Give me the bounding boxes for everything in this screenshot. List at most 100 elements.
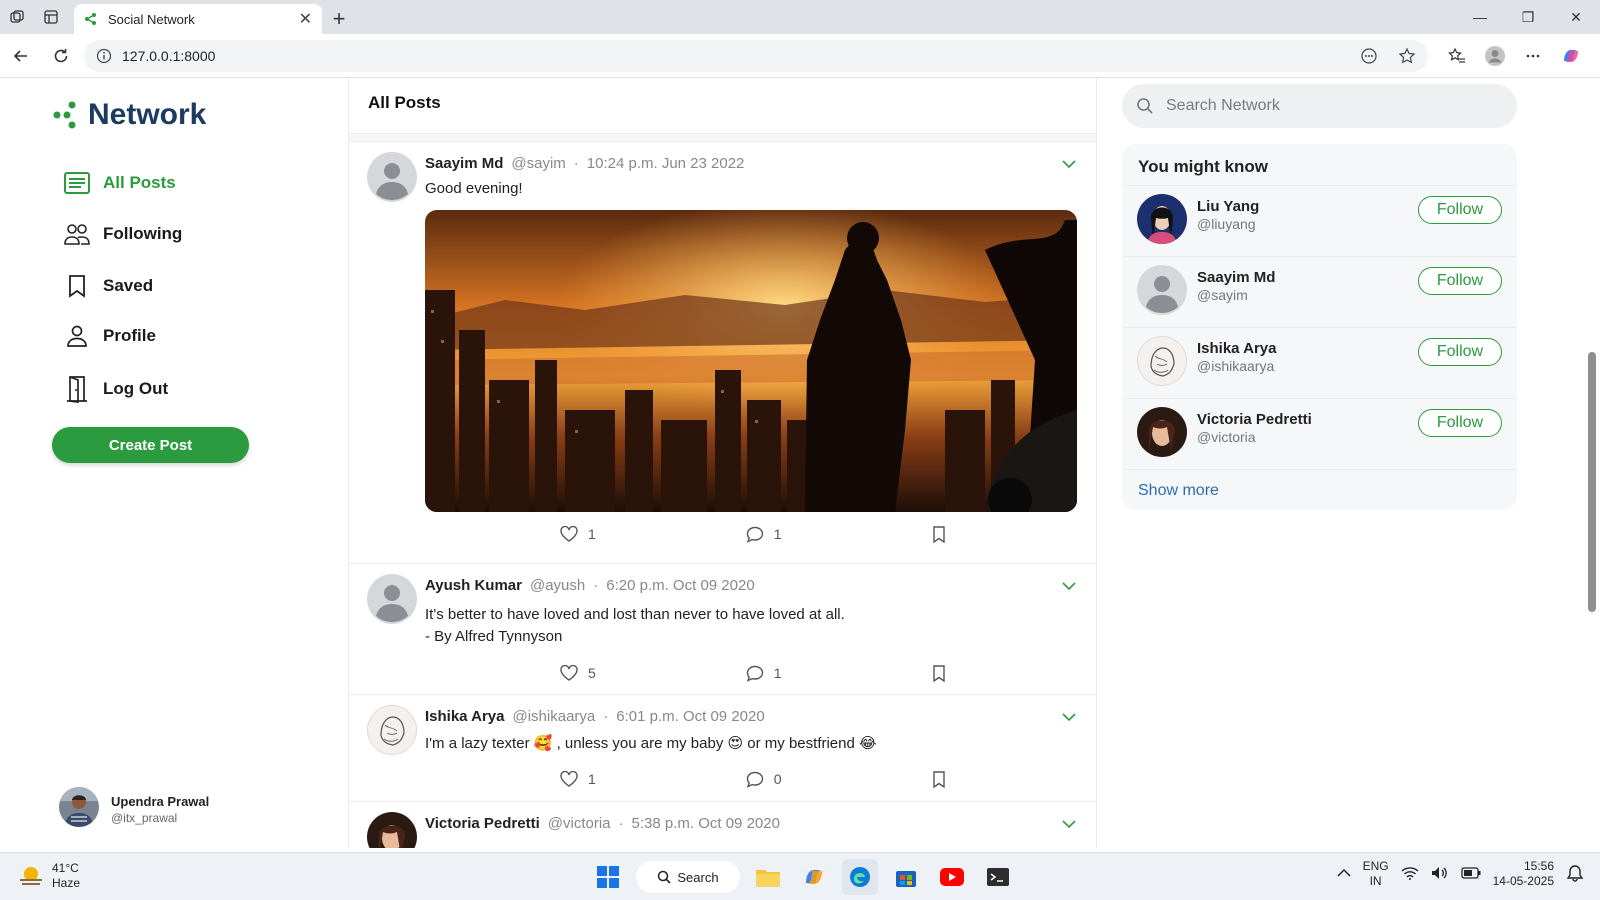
- suggestion-name[interactable]: Ishika Arya: [1197, 340, 1277, 357]
- language-region: IN: [1369, 874, 1382, 888]
- post-author-handle[interactable]: @victoria: [548, 815, 611, 832]
- comment-button[interactable]: 1: [746, 526, 782, 543]
- wifi-icon[interactable]: [1401, 866, 1419, 883]
- close-tab-icon[interactable]: ✕: [299, 9, 312, 29]
- suggestion-row[interactable]: Victoria Pedretti @victoria Follow: [1122, 399, 1517, 470]
- follow-button[interactable]: Follow: [1418, 196, 1502, 224]
- start-windows-icon[interactable]: [590, 859, 626, 895]
- avatar[interactable]: [367, 152, 417, 207]
- show-more-link[interactable]: Show more: [1122, 470, 1517, 512]
- suggestion-row[interactable]: Saayim Md @sayim Follow: [1122, 257, 1517, 328]
- suggestion-handle: @sayim: [1197, 287, 1248, 303]
- language-indicator[interactable]: ENG IN: [1363, 859, 1389, 889]
- separator-dot: ·: [593, 576, 599, 594]
- nav-profile[interactable]: Profile: [63, 325, 156, 347]
- reading-mode-icon[interactable]: [1360, 47, 1378, 65]
- like-count: 1: [588, 526, 596, 542]
- save-post-button[interactable]: [932, 664, 946, 682]
- site-info-icon[interactable]: [96, 48, 112, 64]
- list-icon: [63, 172, 91, 194]
- file-explorer-icon[interactable]: [750, 859, 786, 895]
- minimize-icon[interactable]: —: [1456, 0, 1504, 34]
- favorites-icon[interactable]: [1438, 37, 1476, 75]
- suggestion-name[interactable]: Victoria Pedretti: [1197, 411, 1312, 428]
- suggestion-row[interactable]: Ishika Arya @ishikaarya Follow: [1122, 328, 1517, 399]
- chevron-down-icon[interactable]: [1062, 816, 1076, 834]
- current-user-card[interactable]: Upendra Prawal @itx_prawal: [59, 787, 209, 832]
- comment-button[interactable]: 1: [746, 665, 782, 682]
- like-button[interactable]: 1: [560, 526, 596, 542]
- save-post-button[interactable]: [932, 525, 946, 543]
- system-clock[interactable]: 15:56 14-05-2025: [1493, 859, 1554, 889]
- favorite-star-icon[interactable]: [1398, 47, 1416, 65]
- nav-following[interactable]: Following: [63, 223, 182, 245]
- haze-sun-icon: [20, 867, 42, 885]
- post-meta: Saayim Md @sayim · 10:24 p.m. Jun 23 202…: [425, 152, 1078, 174]
- comment-icon: [746, 771, 763, 788]
- nav-all-posts[interactable]: All Posts: [63, 172, 176, 194]
- copilot-icon[interactable]: [1552, 37, 1590, 75]
- post-author-handle[interactable]: @ishikaarya: [513, 708, 596, 725]
- post-text: Good evening!: [425, 180, 523, 197]
- microsoft-store-icon[interactable]: [888, 859, 924, 895]
- post-author-name[interactable]: Ishika Arya: [425, 708, 505, 725]
- like-count: 5: [588, 665, 596, 681]
- post-author-name[interactable]: Saayim Md: [425, 155, 503, 172]
- suggestion-row[interactable]: Liu Yang @liuyang Follow: [1122, 186, 1517, 257]
- chevron-down-icon[interactable]: [1062, 156, 1076, 174]
- post-meta: Ishika Arya @ishikaarya · 6:01 p.m. Oct …: [425, 705, 1078, 727]
- restore-icon[interactable]: ❐: [1504, 0, 1552, 34]
- avatar[interactable]: [367, 574, 417, 629]
- address-bar[interactable]: 127.0.0.1:8000: [84, 39, 1428, 72]
- more-options-icon[interactable]: [1514, 37, 1552, 75]
- post-author-name[interactable]: Victoria Pedretti: [425, 815, 540, 832]
- post-image[interactable]: [425, 210, 1077, 512]
- suggestion-name[interactable]: Saayim Md: [1197, 269, 1275, 286]
- copilot-app-icon[interactable]: [796, 859, 832, 895]
- tab-actions-icon[interactable]: [34, 0, 68, 34]
- workspaces-icon[interactable]: [0, 0, 34, 34]
- chevron-down-icon[interactable]: [1062, 578, 1076, 596]
- comment-count: 1: [773, 526, 782, 542]
- youtube-icon[interactable]: [934, 859, 970, 895]
- feed: All Posts Saayim Md @sayim · 10:24 p.m. …: [349, 78, 1097, 848]
- post-meta: Ayush Kumar @ayush · 6:20 p.m. Oct 09 20…: [425, 574, 1078, 596]
- back-icon[interactable]: [2, 37, 40, 75]
- post-author-handle[interactable]: @sayim: [511, 155, 565, 172]
- search-input[interactable]: Search Network: [1122, 84, 1517, 128]
- comment-button[interactable]: 0: [746, 771, 782, 788]
- post-author-name[interactable]: Ayush Kumar: [425, 577, 522, 594]
- page-scrollbar[interactable]: [1588, 352, 1596, 612]
- follow-button[interactable]: Follow: [1418, 338, 1502, 366]
- follow-button[interactable]: Follow: [1418, 409, 1502, 437]
- post: Ishika Arya @ishikaarya · 6:01 p.m. Oct …: [349, 695, 1096, 802]
- bookmark-icon: [932, 770, 945, 788]
- nav-log-out[interactable]: Log Out: [63, 375, 168, 403]
- browser-tab[interactable]: Social Network ✕: [74, 4, 322, 34]
- avatar[interactable]: [367, 705, 417, 760]
- battery-icon[interactable]: [1460, 866, 1481, 882]
- avatar[interactable]: [367, 812, 417, 848]
- taskbar-search-button[interactable]: Search: [636, 861, 740, 893]
- volume-icon[interactable]: [1431, 866, 1449, 883]
- chevron-down-icon[interactable]: [1062, 709, 1076, 727]
- suggestion-name[interactable]: Liu Yang: [1197, 198, 1259, 215]
- new-tab-button[interactable]: +: [322, 4, 356, 34]
- terminal-icon[interactable]: [980, 859, 1016, 895]
- brand-logo[interactable]: Network: [52, 98, 206, 132]
- nav-saved[interactable]: Saved: [63, 274, 153, 298]
- post-author-handle[interactable]: @ayush: [530, 577, 585, 594]
- edge-browser-icon[interactable]: [842, 859, 878, 895]
- profile-icon[interactable]: [1476, 37, 1514, 75]
- weather-widget[interactable]: 41°C Haze: [18, 861, 80, 891]
- refresh-icon[interactable]: [42, 37, 80, 75]
- follow-button[interactable]: Follow: [1418, 267, 1502, 295]
- like-button[interactable]: 5: [560, 665, 596, 681]
- close-window-icon[interactable]: ✕: [1552, 0, 1600, 34]
- like-button[interactable]: 1: [560, 771, 596, 787]
- create-post-button[interactable]: Create Post: [52, 427, 249, 463]
- save-post-button[interactable]: [932, 770, 946, 788]
- chevron-up-icon[interactable]: [1337, 867, 1351, 881]
- comment-icon: [746, 526, 763, 543]
- notification-bell-icon[interactable]: [1566, 864, 1584, 885]
